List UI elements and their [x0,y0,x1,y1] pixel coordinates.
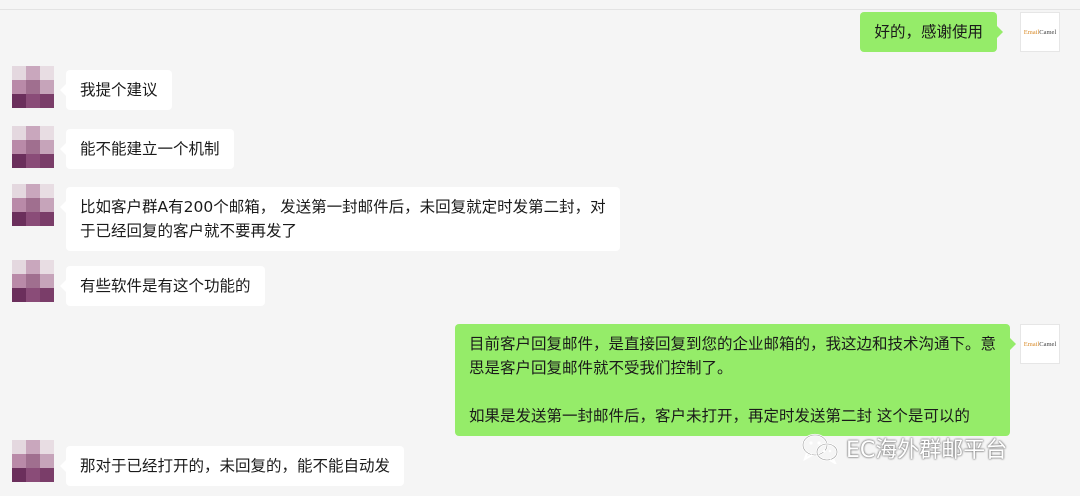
emailcamel-avatar[interactable]: Email Camel [1020,12,1060,52]
message-text-line: 于已经回复的客户就不要再发了 [80,222,298,240]
message-bubble-incoming[interactable]: 能不能建立一个机制 [60,129,234,169]
message-text: 那对于已经打开的，未回复的，能不能自动发 [80,457,391,475]
watermark-text: EC海外群邮平台 [846,438,1008,463]
message-text: 好的，感谢使用 [874,23,983,41]
user-avatar[interactable] [12,260,54,302]
emailcamel-avatar[interactable]: Email Camel [1020,324,1060,364]
top-divider [0,9,1080,10]
message-bubble-incoming[interactable]: 有些软件是有这个功能的 [60,266,265,306]
message-bubble-incoming[interactable]: 那对于已经打开的，未回复的，能不能自动发 [59,446,405,486]
wechat-icon [800,432,840,464]
message-bubble-incoming[interactable]: 我提个建议 [60,70,172,110]
message-text: 有些软件是有这个功能的 [80,277,251,295]
message-text-line: 如果是发送第一封邮件后，客户未打开，再定时发送第二封 这个是可以的 [468,407,970,425]
watermark: EC海外群邮平台 [800,430,1007,466]
message-bubble-outgoing[interactable]: 好的，感谢使用 [860,12,1003,52]
message-text: 我提个建议 [80,81,158,99]
message-bubble-incoming[interactable]: 比如客户群A有200个邮箱， 发送第一封邮件后，未回复就定时发第二封，对 于已经… [60,187,620,251]
message-text: 能不能建立一个机制 [80,140,220,158]
user-avatar[interactable] [12,184,54,226]
user-avatar[interactable] [12,66,54,108]
message-text-line: 比如客户群A有200个邮箱， 发送第一封邮件后，未回复就定时发第二封，对 [80,198,606,216]
message-bubble-outgoing[interactable]: 目前客户回复邮件，是直接回复到您的企业邮箱的，我这边和技术沟通下。意 思是客户回… [454,324,1017,436]
message-text-line: 目前客户回复邮件，是直接回复到您的企业邮箱的，我这边和技术沟通下。意 [468,335,996,353]
user-avatar[interactable] [12,126,54,168]
user-avatar[interactable] [12,440,54,482]
message-text-line: 思是客户回复邮件就不受我们控制了。 [468,359,733,377]
